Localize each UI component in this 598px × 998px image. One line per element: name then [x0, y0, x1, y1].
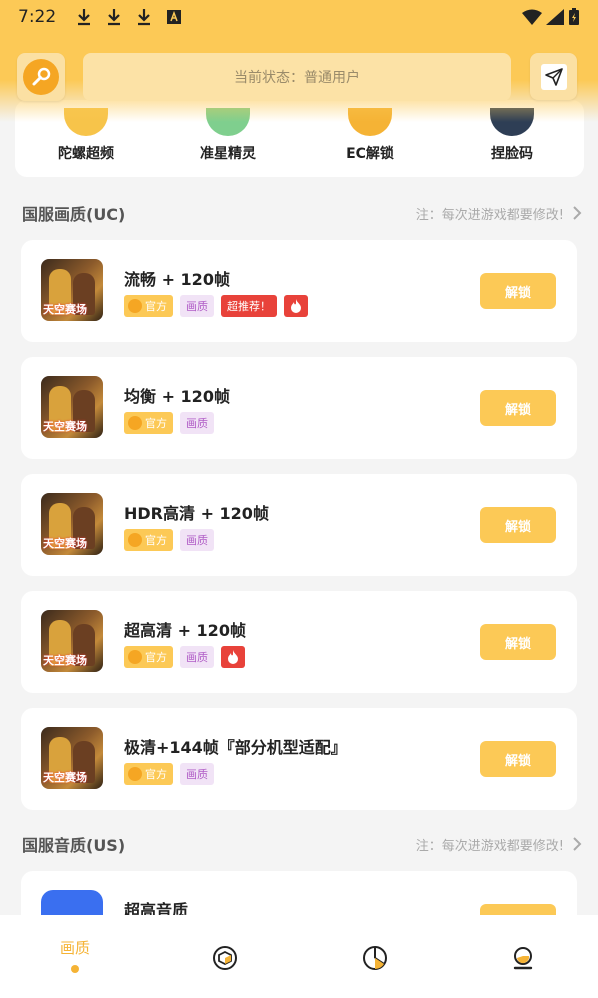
official-icon — [128, 650, 142, 664]
tab-label: 画质 — [59, 939, 90, 957]
tab-stats[interactable] — [300, 915, 450, 998]
feature-label: 捏脸码 — [491, 146, 533, 162]
official-tag-label: 官方 — [145, 651, 167, 664]
bottom-navigation: 画质 — [0, 915, 598, 998]
thumbnail-text: 天空赛场 — [43, 537, 87, 550]
official-tag: 官方 — [124, 529, 173, 551]
section-note-link[interactable]: 注：每次进游戏都要修改! — [416, 835, 582, 854]
item-title: 超高清 + 120帧 — [124, 621, 246, 640]
unlock-button[interactable]: 解锁 — [480, 273, 556, 309]
unlock-button[interactable]: 解锁 — [480, 390, 556, 426]
item-title: 流畅 + 120帧 — [124, 270, 230, 289]
game-thumbnail: 天空赛场 — [41, 376, 103, 438]
feature-label: 准星精灵 — [200, 146, 256, 162]
download-icon — [138, 9, 151, 26]
user-status-field[interactable]: 当前状态：普通用户 — [83, 53, 511, 101]
tab-quality[interactable]: 画质 — [0, 915, 150, 998]
send-button[interactable] — [530, 53, 577, 100]
official-icon — [128, 767, 142, 781]
cube-icon — [213, 946, 237, 970]
tab-profile[interactable] — [448, 915, 598, 998]
tag-row: 官方 画质 — [124, 763, 214, 785]
top-bar: 当前状态：普通用户 — [0, 34, 598, 122]
battery-icon — [569, 8, 579, 25]
fire-icon — [221, 646, 245, 668]
recommend-tag: 超推荐！ — [221, 295, 277, 317]
notification-app-icon — [167, 10, 182, 24]
quality-tag: 画质 — [180, 763, 214, 785]
paper-plane-icon — [544, 67, 563, 86]
quality-tag: 画质 — [180, 529, 214, 551]
download-icon — [78, 9, 91, 26]
section-header-us: 国服音质(US) 注：每次进游戏都要修改! — [22, 831, 582, 857]
game-thumbnail: 天空赛场 — [41, 259, 103, 321]
game-thumbnail: 天空赛场 — [41, 727, 103, 789]
download-icon — [108, 9, 121, 26]
section-header-uc: 国服画质(UC) 注：每次进游戏都要修改! — [22, 200, 582, 226]
tag-row: 官方 画质 — [124, 529, 214, 551]
list-item[interactable]: 天空赛场 超高清 + 120帧 官方 画质 解锁 — [21, 591, 577, 693]
quality-tag: 画质 — [180, 295, 214, 317]
official-icon — [128, 533, 142, 547]
section-note: 注：每次进游戏都要修改! — [415, 838, 564, 854]
game-thumbnail: 天空赛场 — [41, 493, 103, 555]
list-item[interactable]: 天空赛场 极清+144帧『部分机型适配』 官方 画质 解锁 — [21, 708, 577, 810]
thumbnail-text: 天空赛场 — [43, 420, 87, 433]
header: 7:22 当前状态：普通用户 — [0, 0, 598, 122]
signal-icon — [546, 9, 564, 25]
official-icon — [128, 416, 142, 430]
thumbnail-text: 天空赛场 — [43, 303, 87, 316]
unlock-button[interactable]: 解锁 — [480, 507, 556, 543]
pie-chart-icon — [363, 946, 387, 970]
fire-icon — [284, 295, 308, 317]
official-tag-label: 官方 — [145, 534, 167, 547]
thumbnail-text: 天空赛场 — [43, 654, 87, 667]
wrench-icon — [32, 67, 51, 86]
unlock-button[interactable]: 解锁 — [480, 741, 556, 777]
chevron-right-icon — [573, 206, 582, 220]
active-indicator — [71, 965, 79, 973]
section-note: 注：每次进游戏都要修改! — [415, 207, 564, 223]
thumbnail-text: 天空赛场 — [43, 771, 87, 784]
feature-label: EC解锁 — [346, 146, 394, 162]
status-time: 7:22 — [18, 7, 57, 27]
status-bar: 7:22 — [0, 0, 598, 34]
official-tag: 官方 — [124, 295, 173, 317]
official-tag-label: 官方 — [145, 300, 167, 313]
item-title: 均衡 + 120帧 — [124, 387, 230, 406]
wifi-icon — [522, 9, 542, 25]
user-icon — [513, 947, 533, 970]
tag-row: 官方 画质 超推荐！ — [124, 295, 308, 317]
tab-cube[interactable] — [150, 915, 300, 998]
list-item[interactable]: 天空赛场 均衡 + 120帧 官方 画质 解锁 — [21, 357, 577, 459]
list-item[interactable]: 天空赛场 HDR高清 + 120帧 官方 画质 解锁 — [21, 474, 577, 576]
chevron-right-icon — [573, 837, 582, 851]
wrench-logo-button[interactable] — [17, 53, 65, 101]
official-tag: 官方 — [124, 763, 173, 785]
list-item[interactable]: 天空赛场 流畅 + 120帧 官方 画质 超推荐！ 解锁 — [21, 240, 577, 342]
item-title: 极清+144帧『部分机型适配』 — [124, 738, 347, 757]
section-note-link[interactable]: 注：每次进游戏都要修改! — [416, 204, 582, 223]
official-tag: 官方 — [124, 412, 173, 434]
unlock-button[interactable]: 解锁 — [480, 624, 556, 660]
official-icon — [128, 299, 142, 313]
section-title: 国服音质(US) — [22, 836, 126, 855]
official-tag: 官方 — [124, 646, 173, 668]
tag-row: 官方 画质 — [124, 412, 214, 434]
item-title: HDR高清 + 120帧 — [124, 504, 269, 523]
official-tag-label: 官方 — [145, 417, 167, 430]
quality-tag: 画质 — [180, 412, 214, 434]
official-tag-label: 官方 — [145, 768, 167, 781]
section-title: 国服画质(UC) — [22, 205, 126, 224]
game-thumbnail: 天空赛场 — [41, 610, 103, 672]
quality-tag: 画质 — [180, 646, 214, 668]
feature-label: 陀螺超频 — [58, 146, 114, 162]
tag-row: 官方 画质 — [124, 646, 245, 668]
